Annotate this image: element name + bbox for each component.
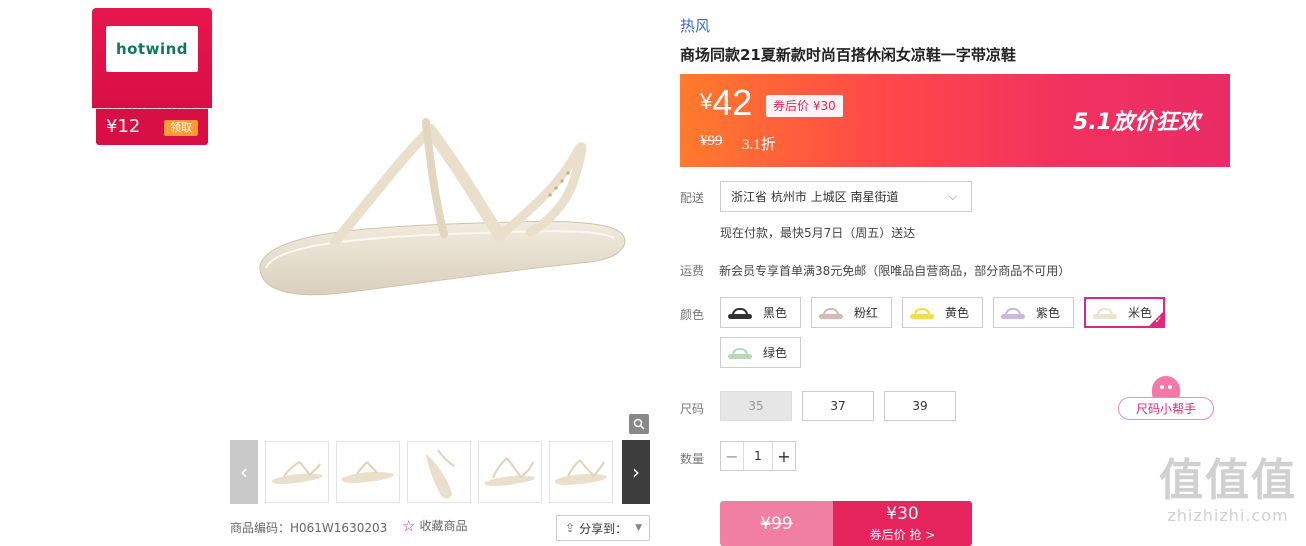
color-option[interactable]: 黑色 xyxy=(720,297,801,328)
shipping-info: 新会员专享首单满38元免邮（限唯品自营商品，部分商品不可用） xyxy=(719,264,1071,278)
chevron-right-icon: › xyxy=(632,460,640,484)
buy-sub-label: 券后价 抢 > xyxy=(869,528,936,542)
promo-slogan: 5.1放价狂欢 xyxy=(1073,110,1200,135)
shipping-label: 运费 xyxy=(680,264,705,278)
thumbnail-5[interactable] xyxy=(549,441,613,503)
chevron-down-icon: ▼ xyxy=(635,523,642,533)
sandal-swatch-icon xyxy=(818,306,844,320)
price-value: 42 xyxy=(712,82,753,123)
quantity-decrease-button[interactable]: − xyxy=(721,442,743,470)
claim-coupon-button[interactable]: 领取 xyxy=(164,120,198,136)
color-option-label: 黄色 xyxy=(945,306,970,320)
size-label: 尺码 xyxy=(680,402,705,416)
size-option: 35 xyxy=(720,391,792,421)
thumbnail-image xyxy=(484,457,536,486)
price-banner: ¥42 券后价 ¥30 ¥99 3.1折 5.1放价狂欢 xyxy=(680,74,1230,167)
quantity-stepper[interactable]: − 1 + xyxy=(720,441,796,471)
sandal-swatch-icon xyxy=(727,346,753,360)
share-icon: ⇪ xyxy=(565,521,576,535)
original-price-button[interactable]: ¥99 xyxy=(720,501,833,546)
thumbnail-image xyxy=(271,461,323,484)
color-option-label: 绿色 xyxy=(763,346,788,360)
color-option[interactable]: 黄色 xyxy=(902,297,983,328)
watermark-url: zhizhizhi.com xyxy=(1167,506,1289,525)
color-option-label: 粉红 xyxy=(854,306,879,320)
thumbnail-prev-button[interactable]: ‹ xyxy=(230,440,258,504)
coupon-footer: ¥12 领取 xyxy=(96,109,208,145)
color-option-label: 黑色 xyxy=(763,306,788,320)
buy-price: ¥30 xyxy=(886,504,919,524)
coupon-amount: ¥12 xyxy=(106,116,141,137)
sandal-image xyxy=(259,118,626,296)
color-option-label: 紫色 xyxy=(1036,306,1061,320)
chevron-down-icon: ⌵ xyxy=(948,190,957,203)
thumbnail-1[interactable] xyxy=(265,441,329,503)
thumbnail-image xyxy=(341,461,395,483)
product-main-image[interactable] xyxy=(230,10,650,435)
store-coupon[interactable]: hotwind ¥12 领取 xyxy=(92,8,212,145)
magnifier-icon xyxy=(633,418,645,430)
brand-logo: hotwind xyxy=(106,26,198,72)
size-option[interactable]: 37 xyxy=(802,391,874,421)
thumbnail-image xyxy=(554,459,608,485)
thumbnail-3[interactable] xyxy=(407,441,471,503)
brand-link[interactable]: 热风 xyxy=(680,15,710,36)
thumbnail-4[interactable] xyxy=(478,441,542,503)
check-icon: ✓ xyxy=(1154,316,1162,326)
after-coupon-badge: 券后价 ¥30 xyxy=(766,95,843,117)
coupon-header: hotwind xyxy=(92,8,212,108)
thumbnail-image xyxy=(426,449,455,499)
quantity-increase-button[interactable]: + xyxy=(773,442,795,470)
color-label: 颜色 xyxy=(680,308,705,322)
sandal-swatch-icon xyxy=(727,306,753,320)
currency-symbol: ¥ xyxy=(700,89,713,114)
sandal-swatch-icon xyxy=(909,306,935,320)
color-option[interactable]: 粉红 xyxy=(811,297,892,328)
site-watermark: 值值值 zhizhizhi.com xyxy=(1150,455,1306,538)
sandal-swatch-icon xyxy=(1000,306,1026,320)
sandal-swatch-icon xyxy=(1092,306,1118,320)
delivery-label: 配送 xyxy=(680,191,705,205)
size-helper-label: 尺码小帮手 xyxy=(1118,397,1214,420)
delivery-address-select[interactable]: 浙江省 杭州市 上城区 南星街道 ⌵ xyxy=(720,181,972,212)
current-price: ¥42 xyxy=(700,82,752,124)
delivery-estimate: 现在付款，最快5月7日（周五）送达 xyxy=(720,226,916,240)
share-label: 分享到： xyxy=(579,521,628,536)
share-button[interactable]: ⇪ 分享到： ▼ xyxy=(556,515,650,541)
quantity-input[interactable]: 1 xyxy=(743,442,773,470)
delivery-address: 浙江省 杭州市 上城区 南星街道 xyxy=(731,190,899,204)
favorite-button[interactable]: ☆ 收藏商品 xyxy=(402,517,467,534)
product-code: 商品编码：H061W1630203 xyxy=(230,521,388,535)
zoom-button[interactable] xyxy=(629,414,649,434)
color-option[interactable]: 紫色 xyxy=(993,297,1074,328)
thumbnail-next-button[interactable]: › xyxy=(622,440,650,504)
product-title: 商场同款21夏新款时尚百搭休闲女凉鞋一字带凉鞋 xyxy=(680,46,1016,64)
buy-with-coupon-button[interactable]: ¥30 券后价 抢 > xyxy=(833,501,972,546)
size-option[interactable]: 39 xyxy=(884,391,956,421)
chevron-left-icon: ‹ xyxy=(240,460,248,484)
quantity-label: 数量 xyxy=(680,452,705,466)
star-icon: ☆ xyxy=(402,516,416,535)
size-helper-button[interactable]: 尺码小帮手 xyxy=(1118,376,1216,422)
brand-logo-text: hotwind xyxy=(115,40,189,58)
favorite-label: 收藏商品 xyxy=(419,519,468,533)
original-price: ¥99 xyxy=(700,133,723,149)
color-option[interactable]: 绿色 xyxy=(720,337,801,368)
discount-rate: 3.1折 xyxy=(742,137,776,153)
thumbnail-2[interactable] xyxy=(336,441,400,503)
color-option[interactable]: 米色 ✓ xyxy=(1084,297,1165,328)
watermark-logo: 值值值 xyxy=(1159,455,1297,506)
